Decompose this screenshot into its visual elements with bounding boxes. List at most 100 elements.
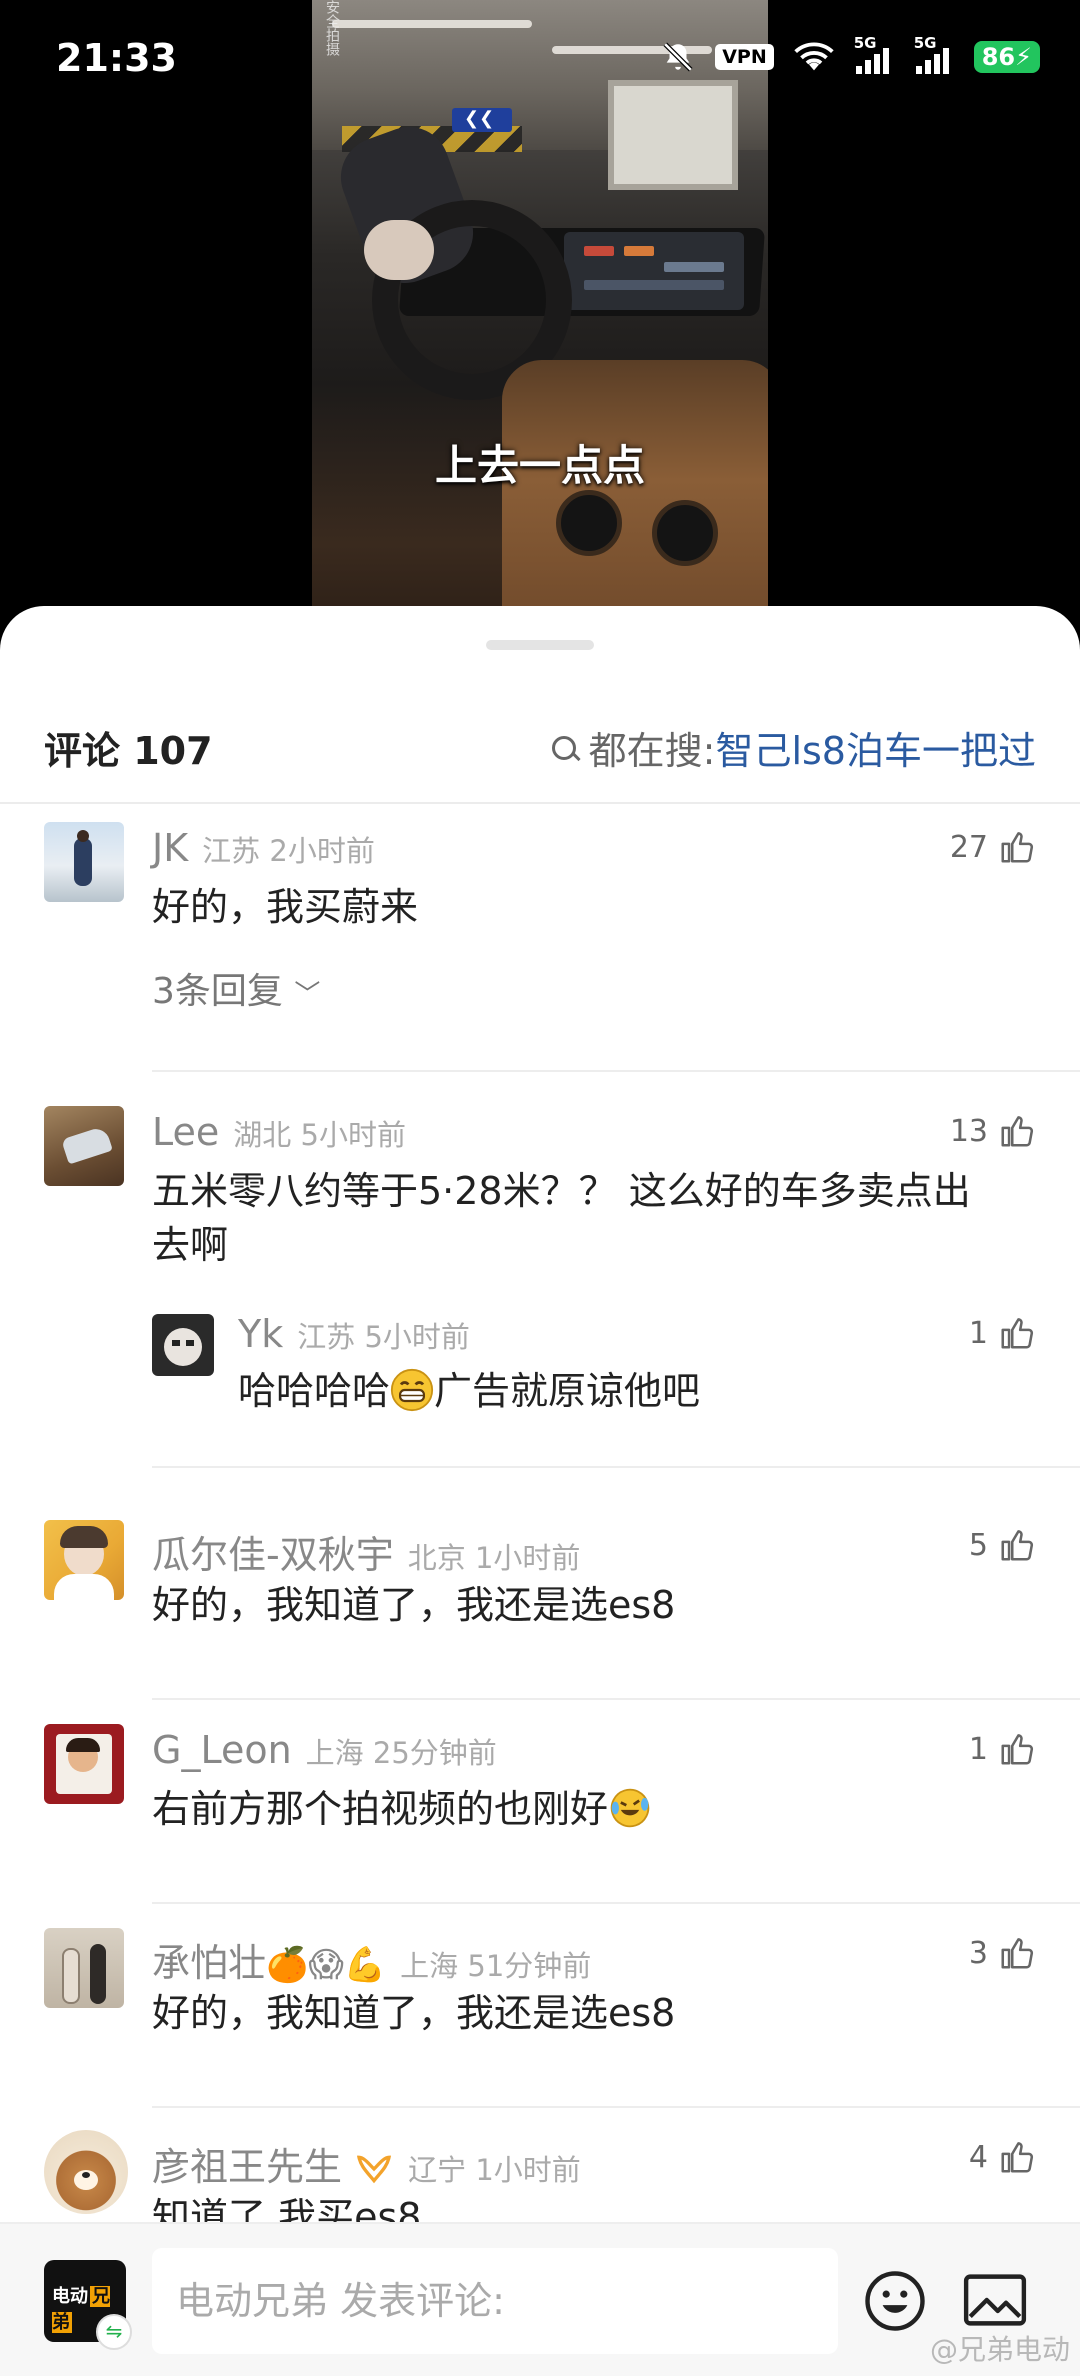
like-count: 13 [949,1113,988,1149]
comment-location: 湖北 [233,1118,292,1152]
battery-level: 86 [981,43,1016,71]
emoji-button[interactable] [862,2268,928,2334]
image-icon [963,2274,1027,2326]
muscle-emoji-icon: 💪 [343,1945,387,1985]
avatar[interactable] [44,1106,124,1186]
comment-time: 25分钟前 [372,1736,497,1770]
comment-time: 2小时前 [269,834,375,868]
signal-icon: 5G [854,34,894,74]
thumbs-up-icon [998,2138,1036,2176]
search-icon [549,731,583,765]
expand-replies-button[interactable]: 3条回复 ﹀ [152,962,320,1014]
like-button[interactable]: 13 [950,1112,1036,1150]
avatar[interactable] [44,1928,124,2008]
like-count: 1 [968,1315,988,1351]
like-button[interactable]: 1 [969,1730,1036,1768]
avatar[interactable] [152,1314,214,1376]
comment-meta: 承怕壮🍊😱💪 上海 51分钟前 [152,1932,591,1987]
comment-divider [152,1698,1080,1700]
wifi-icon [794,40,834,74]
laugh-cry-emoji-icon [610,1788,650,1828]
like-button[interactable]: 5 [969,1526,1036,1564]
thumbs-up-icon [998,1314,1036,1352]
center-console [502,360,768,640]
thumbs-up-icon [998,828,1036,866]
avatar[interactable] [44,1520,124,1600]
commenter-name[interactable]: JK [152,826,188,870]
commenter-name[interactable]: Yk [238,1312,283,1356]
like-count: 5 [968,1527,988,1563]
comment-location: 辽宁 [408,2153,467,2187]
commenter-name[interactable]: Lee [152,1110,219,1154]
drag-handle[interactable] [486,640,594,650]
comment-input[interactable]: 电动兄弟 发表评论: [152,2248,838,2354]
like-count: 1 [968,1731,988,1767]
comment-time: 5小时前 [364,1320,470,1354]
comment-time: 1小时前 [474,1541,581,1575]
commenter-name[interactable]: 承怕壮🍊😱💪 [152,1932,386,1987]
image-button[interactable] [962,2272,1028,2328]
comment-meta: 瓜尔佳-双秋宇 北京 1小时前 [152,1524,580,1579]
like-button[interactable]: 4 [969,2138,1036,2176]
avatar[interactable] [44,1724,124,1804]
comment-divider [152,2106,1080,2108]
comment-count: 评论 107 [44,729,213,773]
like-button[interactable]: 27 [950,828,1036,866]
comment-header: 评论 107 都在搜: 智己ls8泊车一把过 [0,706,1080,802]
mute-bell-icon [661,40,695,74]
status-icons: VPN 5G 5G 86⚡ [661,34,1040,74]
comment-location: 江苏 [202,834,261,868]
scream-emoji-icon: 😱 [308,1945,344,1985]
like-count: 27 [949,829,988,865]
signal-icon: 5G [914,34,954,74]
like-button[interactable]: 1 [969,1314,1036,1352]
comment-text: 好的，我买蔚来 [152,885,419,929]
comment-text: 好的，我知道了，我还是选es8 [152,1991,676,2035]
reply-meta: Yk 江苏 5小时前 [238,1312,470,1356]
thumbs-up-icon [998,1934,1036,1972]
avatar-logo-text: 电动 [52,2286,88,2307]
comment-text: 右前方那个拍视频的也刚好 [152,1782,652,1836]
thumbs-up-icon [998,1112,1036,1150]
status-bar: 21:33 VPN 5G 5G 86⚡ [0,0,1080,120]
chevron-down-icon: ﹀ [294,980,321,1010]
header-divider [0,802,1080,804]
comment-divider [152,1902,1080,1904]
comment-text-line: 去啊 [152,1223,229,1267]
smiley-icon [865,2271,925,2331]
status-time: 21:33 [56,36,177,80]
comment-text: 好的，我知道了，我还是选es8 [152,1583,676,1627]
reply-text: 哈哈哈哈 广告就原谅他吧 [238,1364,700,1418]
comment-time: 5小时前 [300,1118,406,1152]
commenter-name[interactable]: 瓜尔佳-双秋宇 [152,1524,394,1579]
commenter-name-text: 彦祖王先生 [152,2145,343,2189]
trending-search-link[interactable]: 都在搜: 智己ls8泊车一把过 [549,720,1036,775]
switch-account-icon[interactable]: ⇋ [96,2314,132,2350]
comment-meta: 彦祖王先生 辽宁 1小时前 [152,2136,581,2191]
commenter-name-text: 承怕壮 [152,1941,267,1985]
reply-text-end: 广告就原谅他吧 [434,1369,701,1413]
comment-time: 51分钟前 [467,1949,592,1983]
search-keyword[interactable]: 智己ls8泊车一把过 [715,720,1036,775]
comment-text-body: 右前方那个拍视频的也刚好 [152,1787,609,1831]
comment-text-line: 五米零八约等于5·28米？？ 这么好的车多卖点出 [152,1169,971,1213]
car-screen [564,232,744,310]
commenter-name[interactable]: G_Leon [152,1728,292,1772]
comment-location: 江苏 [297,1320,356,1354]
comment-divider [152,1070,1080,1072]
like-button[interactable]: 3 [969,1934,1036,1972]
commenter-name[interactable]: 彦祖王先生 [152,2136,394,2191]
avatar[interactable] [44,2130,128,2214]
replies-label: 3条回复 [152,971,283,1012]
orange-emoji-icon: 🍊 [266,1945,309,1985]
footer-watermark: @兄弟电动 [929,2333,1070,2366]
comment-location: 上海 [305,1736,364,1770]
vip-badge-icon [357,2155,392,2184]
grin-emoji-icon [390,1368,434,1412]
comment-meta: Lee 湖北 5小时前 [152,1110,406,1154]
vpn-badge: VPN [715,44,774,70]
avatar[interactable] [44,822,124,902]
cup-holder [556,490,622,556]
thumbs-up-icon [998,1730,1036,1768]
comment-text: 五米零八约等于5·28米？？ 这么好的车多卖点出 去啊 [152,1164,1042,1272]
